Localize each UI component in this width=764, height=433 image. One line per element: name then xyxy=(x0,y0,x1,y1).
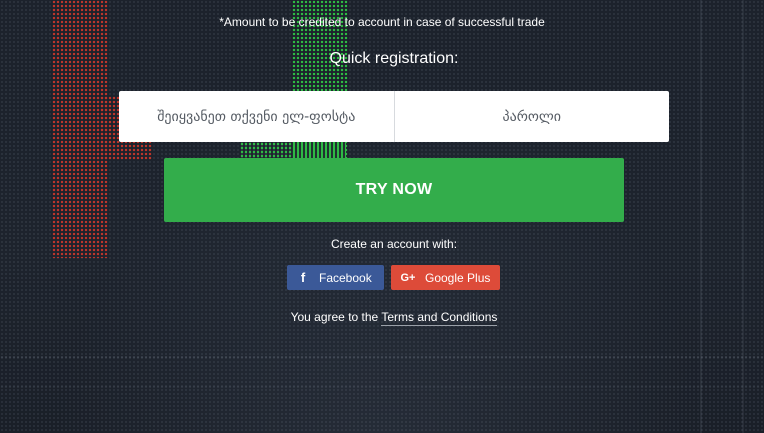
terms-prefix: You agree to the xyxy=(290,310,379,324)
registration-title: Quick registration: xyxy=(329,50,459,67)
google-plus-button[interactable]: G+ Google Plus xyxy=(391,265,500,290)
try-now-button[interactable]: TRY NOW xyxy=(164,158,624,222)
credit-notice: *Amount to be credited to account in cas… xyxy=(219,15,545,29)
facebook-icon: f xyxy=(300,270,306,285)
terms-link[interactable]: Terms and Conditions xyxy=(381,310,498,326)
registration-form xyxy=(119,91,669,142)
facebook-button[interactable]: f Facebook xyxy=(287,265,384,290)
google-plus-icon: G+ xyxy=(400,271,416,284)
terms-notice: You agree to the Terms and Conditions xyxy=(0,310,764,326)
create-account-label: Create an account with: xyxy=(330,237,458,251)
google-plus-label: Google Plus xyxy=(425,270,491,285)
email-field[interactable] xyxy=(119,91,394,142)
password-field[interactable] xyxy=(394,91,669,142)
facebook-label: Facebook xyxy=(319,270,372,285)
